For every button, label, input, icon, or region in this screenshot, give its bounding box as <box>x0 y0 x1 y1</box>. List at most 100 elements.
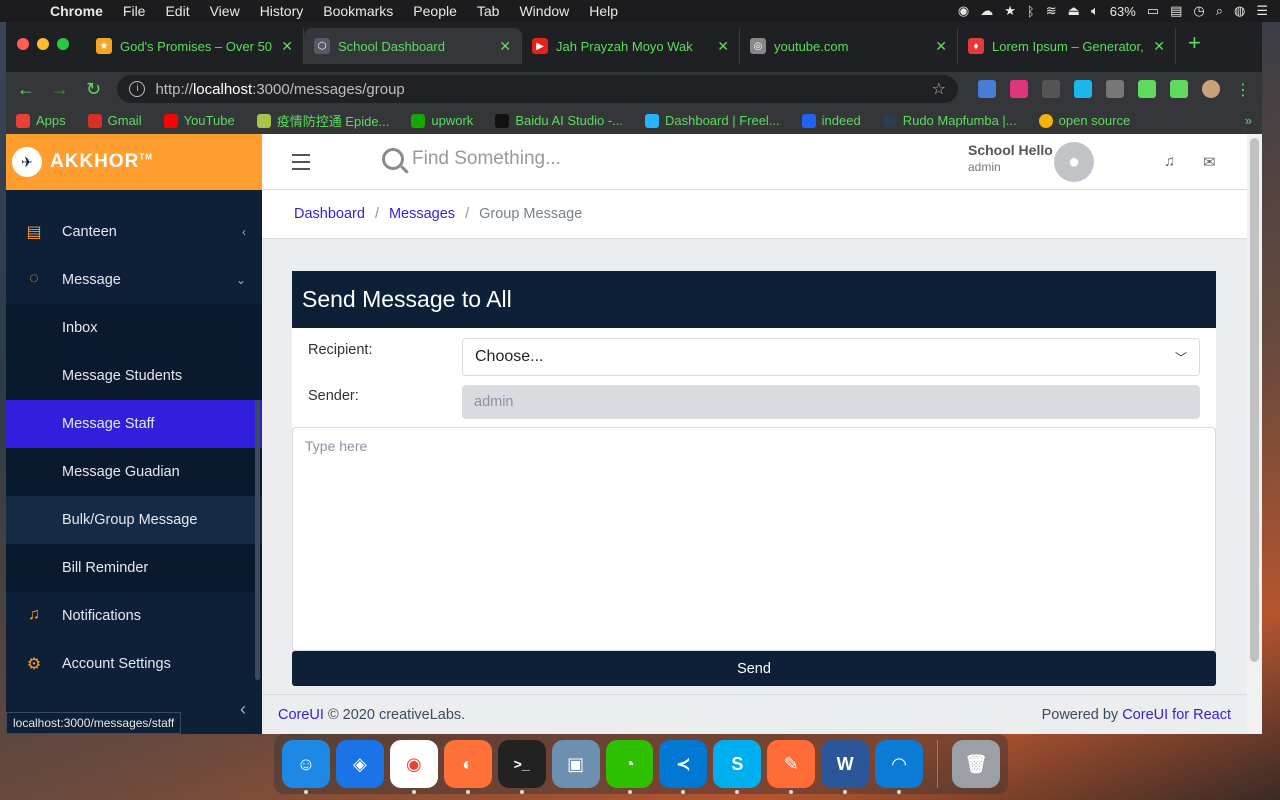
coreui-link[interactable]: CoreUI <box>278 707 324 723</box>
playlist-extension-icon[interactable] <box>1169 80 1188 98</box>
wifi-icon[interactable]: ≋ <box>1046 3 1057 19</box>
reader-extension-icon[interactable] <box>1105 80 1124 98</box>
breadcrumb-messages[interactable]: Messages <box>389 206 455 222</box>
site-info-icon[interactable]: i <box>129 81 146 97</box>
envelope-icon[interactable]: ✉ <box>1203 153 1216 171</box>
clock-icon[interactable]: ◷ <box>1193 3 1204 19</box>
edge-icon[interactable]: ◠ <box>875 740 924 794</box>
forward-icon[interactable]: → <box>50 79 70 100</box>
firefox-icon[interactable]: ◐ <box>443 740 492 794</box>
message-textarea[interactable]: Type here <box>292 427 1216 651</box>
sidebar-item-message-guardian[interactable]: Message Guadian <box>6 448 262 496</box>
breadcrumb-dashboard[interactable]: Dashboard <box>294 206 365 222</box>
browser-tab[interactable]: ★ God's Promises – Over 50 E ✕ <box>86 28 304 64</box>
eject-icon[interactable]: ⏏ <box>1068 3 1080 19</box>
back-icon[interactable]: ← <box>16 79 36 100</box>
sidebar-item-message-students[interactable]: Message Students <box>6 352 262 400</box>
scrollbar-thumb[interactable] <box>1250 138 1259 662</box>
menu-window[interactable]: Window <box>509 3 579 19</box>
bookmark-upwork[interactable]: upwork <box>411 113 473 128</box>
spotlight-icon[interactable]: ⌕ <box>1216 3 1223 19</box>
bookmark-baidu[interactable]: Baidu AI Studio -... <box>495 113 623 128</box>
bluetooth-icon[interactable]: ᛒ <box>1027 4 1035 19</box>
bookmark-indeed[interactable]: indeed <box>801 113 861 128</box>
menu-history[interactable]: History <box>250 3 314 19</box>
bookmark-epidemic[interactable]: 疫情防控通 Epide... <box>256 111 389 130</box>
coreui-react-link[interactable]: CoreUI for React <box>1122 707 1231 723</box>
puzzle-extension-icon[interactable] <box>1137 80 1156 98</box>
search-box[interactable]: Find Something... <box>382 148 561 170</box>
wechat-icon[interactable]: ◔ <box>605 740 654 794</box>
recipient-select[interactable]: Choose... ﹀ <box>462 338 1200 376</box>
tab-close-icon[interactable]: ✕ <box>499 38 511 55</box>
minimize-window-button[interactable] <box>37 38 49 50</box>
sidebar-item-message-staff[interactable]: Message Staff <box>6 400 262 448</box>
profile-avatar-icon[interactable] <box>1201 80 1220 98</box>
avatar[interactable]: ● <box>1054 142 1094 182</box>
chrome-icon[interactable]: ◉ <box>389 740 438 794</box>
bookmark-youtube[interactable]: YouTube <box>163 113 235 128</box>
battery-icon[interactable]: ▭ <box>1147 3 1159 19</box>
sidebar-item-canteen[interactable]: ▤ Canteen ‹ <box>6 208 262 256</box>
sidebar-minimize-icon[interactable]: ‹ <box>240 699 246 720</box>
menu-tab[interactable]: Tab <box>467 3 510 19</box>
user-info[interactable]: School Hello admin <box>968 142 1053 174</box>
tab-close-icon[interactable]: ✕ <box>935 38 947 55</box>
send-button[interactable]: Send <box>292 651 1216 686</box>
hamburger-menu-icon[interactable] <box>292 154 310 175</box>
zoom-window-button[interactable] <box>57 38 69 50</box>
siri-icon[interactable]: ◍ <box>1234 3 1245 19</box>
bookmark-freelancer[interactable]: Dashboard | Freel... <box>645 113 780 128</box>
bookmarks-overflow-icon[interactable]: » <box>1245 113 1252 128</box>
menu-people[interactable]: People <box>403 3 467 19</box>
bell-icon[interactable]: ♫ <box>1164 153 1175 170</box>
close-window-button[interactable] <box>17 38 29 50</box>
tab-close-icon[interactable]: ✕ <box>281 38 293 55</box>
postman-icon[interactable]: ✎ <box>767 740 816 794</box>
reload-icon[interactable]: ↻ <box>84 79 104 100</box>
bookmark-star-icon[interactable]: ☆ <box>932 79 946 99</box>
word-icon[interactable]: W <box>821 740 870 794</box>
bookmark-open-source[interactable]: open source <box>1038 113 1130 128</box>
sidebar-item-inbox[interactable]: Inbox <box>6 304 262 352</box>
tab-close-icon[interactable]: ✕ <box>717 38 729 55</box>
pen-extension-icon[interactable] <box>1009 80 1028 98</box>
browser-tab-active[interactable]: ⬡ School Dashboard ✕ <box>304 28 522 64</box>
sidebar-item-message[interactable]: ◌ Message ⌄ <box>6 256 262 304</box>
menu-help[interactable]: Help <box>579 3 628 19</box>
sidebar-item-bulk-group-message[interactable]: Bulk/Group Message <box>6 496 262 544</box>
bookmark-apps[interactable]: Apps <box>16 113 66 128</box>
sidebar-item-bill-reminder[interactable]: Bill Reminder <box>6 544 262 592</box>
sidebar-item-account-settings[interactable]: ⚙ Account Settings <box>6 640 262 688</box>
finder-icon[interactable]: ☺ <box>282 740 330 794</box>
flag-icon[interactable]: ▤ <box>1170 3 1182 19</box>
menu-view[interactable]: View <box>200 3 250 19</box>
menu-file[interactable]: File <box>113 3 156 19</box>
cloud-icon[interactable]: ☁ <box>980 3 993 19</box>
skype-icon[interactable]: S <box>713 740 762 794</box>
vimeo-extension-icon[interactable] <box>1073 80 1092 98</box>
translate-extension-icon[interactable] <box>977 80 996 98</box>
volume-icon[interactable]: 🔈︎ <box>1091 3 1099 19</box>
menu-chrome[interactable]: Chrome <box>40 3 113 19</box>
sidebar-item-notifications[interactable]: ♫ Notifications <box>6 592 262 640</box>
brand-header[interactable]: ✈ AKKHORTM <box>6 134 262 190</box>
sidebar-scrollbar[interactable] <box>255 400 260 680</box>
star-icon[interactable]: ★ <box>1004 3 1016 19</box>
shield-icon[interactable]: ◉ <box>958 3 969 19</box>
safari-icon[interactable]: ◈ <box>335 740 384 788</box>
trash-icon[interactable]: 🗑︎ <box>952 740 1000 788</box>
browser-tab[interactable]: ▶ Jah Prayzah Moyo Wak ✕ <box>522 28 740 64</box>
more-menu-icon[interactable]: ⋮ <box>1234 80 1252 99</box>
page-scrollbar[interactable] <box>1247 134 1262 734</box>
terminal-icon[interactable]: >_ <box>497 740 546 794</box>
tab-close-icon[interactable]: ✕ <box>1153 38 1165 55</box>
browser-tab[interactable]: ♦ Lorem Ipsum – Generator, O ✕ <box>958 28 1176 64</box>
new-tab-button[interactable]: + <box>1188 30 1201 56</box>
menu-bookmarks[interactable]: Bookmarks <box>313 3 403 19</box>
bookmark-rudo[interactable]: Rudo Mapfumba |... <box>882 113 1017 128</box>
browser-tab[interactable]: ◎ youtube.com ✕ <box>740 28 958 64</box>
address-bar[interactable]: i http://localhost:3000/messages/group ☆ <box>117 75 958 103</box>
bookmark-gmail[interactable]: Gmail <box>87 113 142 128</box>
sync-extension-icon[interactable] <box>1041 80 1060 98</box>
